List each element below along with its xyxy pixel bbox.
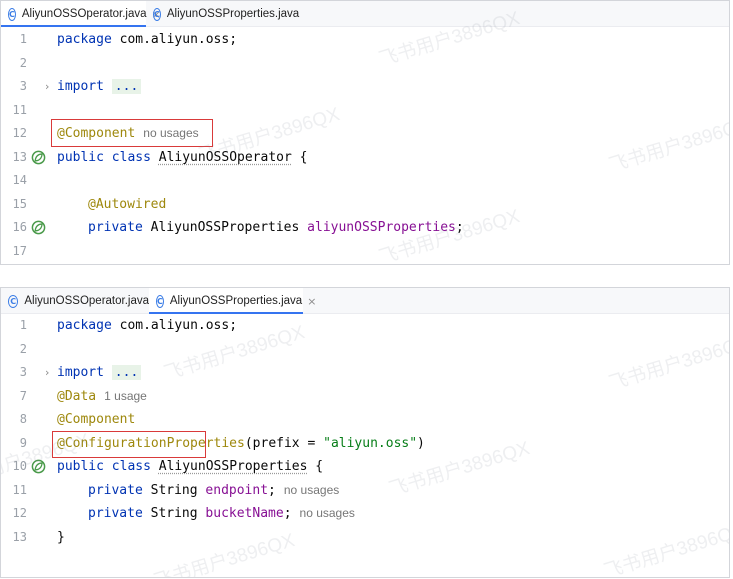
line-number: 12	[12, 126, 27, 140]
line-number: 1	[19, 318, 27, 332]
highlight-box	[52, 431, 206, 458]
code-line: 8 @Component	[1, 408, 729, 432]
chevron-right-icon[interactable]: ›	[45, 75, 49, 99]
line-number: 15	[12, 196, 27, 211]
code-line: 17	[1, 240, 729, 264]
java-class-icon: C	[8, 294, 19, 308]
code-text: }	[57, 529, 65, 545]
chevron-right-icon[interactable]: ›	[45, 361, 49, 385]
code-text: @Autowired	[88, 196, 167, 212]
line-number: 17	[12, 243, 27, 258]
code-line: 2	[1, 52, 729, 76]
tab-aliyun-oss-operator[interactable]: C AliyunOSSOperator.java	[1, 288, 149, 314]
code-line: 11 private String endpoint; no usages	[1, 479, 729, 503]
tab-label: AliyunOSSProperties.java	[169, 295, 303, 307]
folded-imports[interactable]: ...	[111, 79, 142, 94]
line-number: 16	[12, 220, 27, 234]
code-line: 15 @Autowired	[1, 193, 729, 217]
line-number: 7	[19, 388, 27, 403]
code-line: 13 public class AliyunOSSOperator {	[1, 146, 729, 170]
code-line: 7 @Data 1 usage	[1, 385, 729, 409]
close-icon[interactable]: ×	[307, 295, 316, 308]
line-number: 3	[19, 79, 27, 93]
code-text: private String bucketName; no usages	[88, 506, 355, 521]
code-text: package com.aliyun.oss;	[57, 32, 238, 47]
line-number: 8	[19, 412, 27, 426]
code-text: @Component	[57, 412, 136, 427]
editor-panel-operator: C AliyunOSSOperator.java × C AliyunOSSPr…	[0, 0, 730, 265]
line-number: 10	[12, 459, 27, 473]
line-number: 12	[12, 506, 27, 520]
code-text: public class AliyunOSSProperties {	[57, 459, 324, 474]
code-line: 2	[1, 338, 729, 362]
tab-label: AliyunOSSProperties.java	[166, 8, 300, 20]
spring-bean-icon[interactable]	[31, 459, 46, 474]
folded-imports[interactable]: ...	[111, 365, 142, 380]
tab-aliyun-oss-properties[interactable]: C AliyunOSSProperties.java	[153, 1, 300, 27]
active-tab-indicator	[1, 25, 146, 27]
code-line: 13 }	[1, 526, 729, 550]
code-editor[interactable]: 1 package com.aliyun.oss; 2 3 › import .…	[1, 314, 729, 577]
code-text: package com.aliyun.oss;	[57, 318, 238, 333]
line-number: 14	[12, 173, 27, 187]
code-text: @Data 1 usage	[57, 388, 147, 404]
line-number: 13	[12, 529, 27, 544]
code-line: 16 private AliyunOSSProperties aliyunOSS…	[1, 216, 729, 240]
code-line: 1 package com.aliyun.oss;	[1, 28, 729, 52]
code-editor[interactable]: 1 package com.aliyun.oss; 2 3 › import .…	[1, 8, 729, 264]
spring-bean-icon[interactable]	[31, 220, 46, 235]
usage-hint[interactable]: no usages	[284, 483, 339, 497]
java-class-icon: C	[156, 294, 164, 308]
java-class-icon: C	[8, 7, 16, 21]
tab-label: AliyunOSSOperator.java	[21, 8, 147, 20]
code-text: import ...	[57, 75, 142, 99]
editor-tab-bar: C AliyunOSSOperator.java × C AliyunOSSPr…	[1, 1, 729, 27]
code-line: 10 public class AliyunOSSProperties {	[1, 455, 729, 479]
tab-aliyun-oss-properties[interactable]: C AliyunOSSProperties.java ×	[149, 288, 316, 314]
code-text: public class AliyunOSSOperator {	[57, 149, 308, 165]
line-number: 9	[19, 435, 27, 450]
line-number: 13	[12, 149, 27, 164]
code-line: 3 › import ...	[1, 75, 729, 99]
code-text: private String endpoint; no usages	[88, 482, 340, 498]
highlight-box	[51, 119, 213, 147]
tab-aliyun-oss-operator[interactable]: C AliyunOSSOperator.java ×	[1, 1, 161, 27]
line-number: 1	[19, 32, 27, 46]
code-line: 12 private String bucketName; no usages	[1, 502, 729, 526]
line-number: 11	[12, 482, 27, 497]
line-number: 2	[19, 341, 27, 356]
java-class-icon: C	[153, 7, 161, 21]
line-number: 3	[19, 365, 27, 379]
usage-hint[interactable]: no usages	[300, 506, 355, 520]
editor-tab-bar: C AliyunOSSOperator.java C AliyunOSSProp…	[1, 288, 729, 314]
code-line: 3 › import ...	[1, 361, 729, 385]
code-line: 1 package com.aliyun.oss;	[1, 314, 729, 338]
code-text: private AliyunOSSProperties aliyunOSSPro…	[88, 220, 464, 235]
spring-bean-icon[interactable]	[31, 150, 46, 165]
line-number: 11	[12, 102, 27, 117]
code-line: 14	[1, 169, 729, 193]
code-text: import ...	[57, 361, 142, 385]
line-number: 2	[19, 55, 27, 70]
tab-label: AliyunOSSOperator.java	[24, 295, 149, 307]
editor-panel-properties: C AliyunOSSOperator.java C AliyunOSSProp…	[0, 287, 730, 578]
usage-hint[interactable]: 1 usage	[104, 389, 147, 403]
